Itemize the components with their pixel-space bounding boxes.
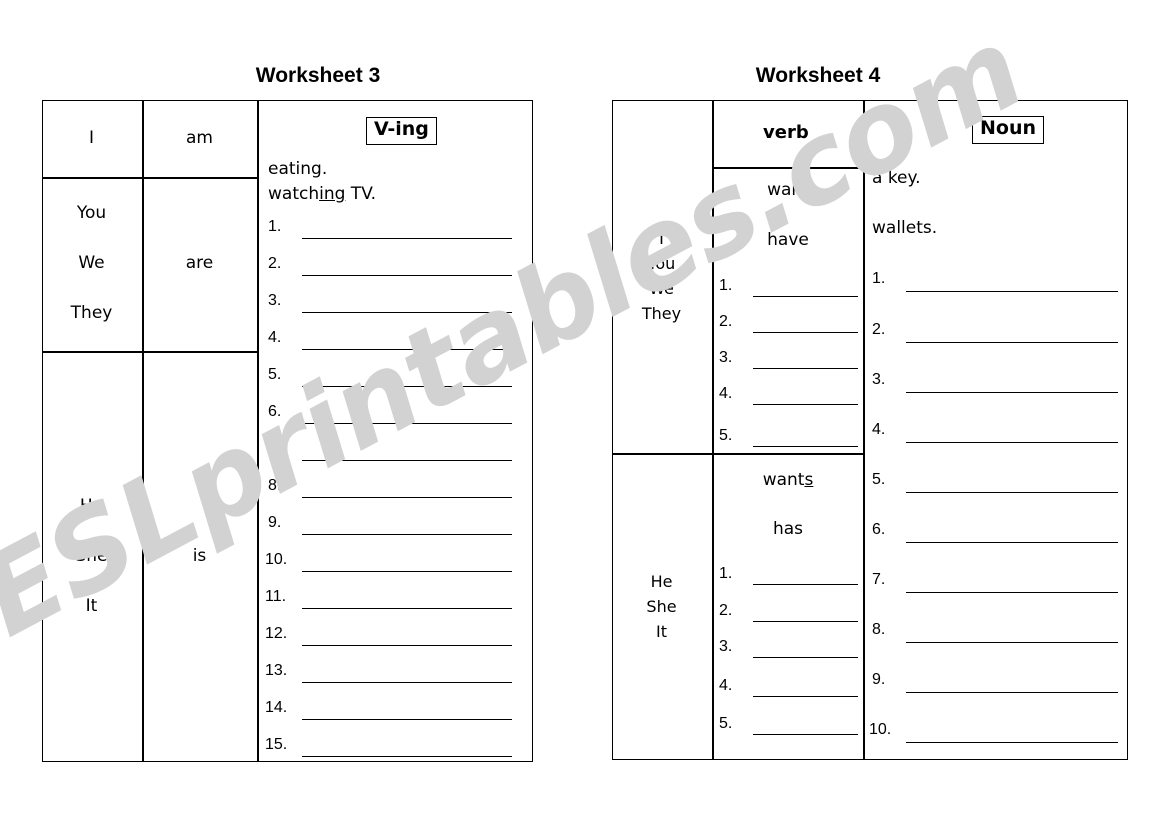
ws4-verb-answer-line[interactable] [753,404,858,406]
ws4-column-divider-1 [712,101,714,759]
ws3-answer-number: 7. [268,440,282,457]
ws4-verb-answer-number: 3. [719,349,733,366]
ws4-verb-answer-number: 5. [719,427,733,444]
ws3-answer-line[interactable] [302,534,512,536]
worksheet-4-title: Worksheet 4 [755,64,881,87]
ws3-answer-line[interactable] [302,312,512,314]
ws4-noun-answer-number: 8. [872,621,886,638]
ws3-answer-number: 13. [265,662,288,679]
ws3-answer-line[interactable] [302,386,512,388]
ws4-verb-answer-line[interactable] [753,734,858,736]
ws3-example-2-suffix: TV. [345,184,377,204]
ws3-answer-number: 15. [265,736,288,753]
ws4-verb-answer-number: 5. [719,715,733,732]
ws3-answer-number: 12. [265,625,288,642]
ws4-noun-header-box: Noun [972,116,1045,144]
ws4-noun-answer-line[interactable] [906,592,1118,594]
ws3-row-divider-2 [43,351,257,353]
ws4-verb-answer-line[interactable] [753,621,858,623]
ws4-noun-answer-number: 10. [869,721,892,738]
ws4-verb-header-underline [712,167,865,169]
ws3-column-divider-2 [257,101,259,761]
ws4-verb-answer-line[interactable] [753,696,858,698]
ws4-verb-answer-line[interactable] [753,296,858,298]
ws3-answer-line[interactable] [302,756,512,758]
ws3-answer-number: 14. [265,699,288,716]
ws4-noun-example-2: wallets. [872,218,938,238]
ws4-verb-answer-line[interactable] [753,657,858,659]
ws3-answer-number: 8. [268,477,282,494]
ws3-answer-line[interactable] [302,645,512,647]
ws3-answer-line[interactable] [302,608,512,610]
ws4-verb-answer-number: 4. [719,677,733,694]
ws4-noun-answer-number: 7. [872,571,886,588]
ws4-noun-answer-number: 4. [872,421,886,438]
ws3-example-2: watching TV. [268,184,376,204]
ws3-answer-line[interactable] [302,719,512,721]
ws3-answer-line[interactable] [302,349,512,351]
ws4-noun-answer-line[interactable] [906,392,1118,394]
worksheet-page: Worksheet 3 I You We They He She It am a… [0,0,1169,821]
ws4-verb-answer-number: 1. [719,277,733,294]
ws3-answer-number: 6. [268,403,282,420]
ws4-row-divider [613,453,865,455]
ws3-answer-line[interactable] [302,275,512,277]
ws4-verb-answer-number: 1. [719,565,733,582]
ws4-noun-answer-line[interactable] [906,542,1118,544]
ws4-verb-answer-line[interactable] [753,368,858,370]
ws4-noun-answer-number: 5. [872,471,886,488]
ws3-answer-line[interactable] [302,238,512,240]
ws3-column-divider-1 [142,101,144,761]
ws3-answer-number: 9. [268,514,282,531]
ws3-row-divider-1 [43,177,257,179]
ws3-answer-number: 5. [268,366,282,383]
ws4-noun-answer-line[interactable] [906,442,1118,444]
ws3-answer-line[interactable] [302,460,512,462]
ws4-verb-answer-line[interactable] [753,446,858,448]
ws3-example-1: eating. [268,159,327,179]
ws4-verb-answer-line[interactable] [753,584,858,586]
ws4-verb-answer-number: 2. [719,602,733,619]
ws3-answer-line[interactable] [302,571,512,573]
ws4-column-divider-2 [863,101,865,759]
ws3-answer-line[interactable] [302,682,512,684]
worksheet-4-table [612,100,1128,760]
ws4-verb-header-label: verb [763,122,809,143]
ws3-answer-number: 1. [268,218,282,235]
ws4-noun-answer-line[interactable] [906,742,1118,744]
ws3-answer-number: 10. [265,551,288,568]
ws3-answer-number: 2. [268,255,282,272]
ws4-verb-answer-number: 3. [719,638,733,655]
ws4-verb-answer-number: 4. [719,385,733,402]
ws4-noun-answer-number: 3. [872,371,886,388]
ws3-ving-header-box: V-ing [366,117,437,145]
ws4-noun-header-label: Noun [980,117,1037,139]
ws3-example-2-prefix: watch [268,184,320,204]
ws4-noun-answer-number: 6. [872,521,886,538]
ws4-noun-answer-line[interactable] [906,642,1118,644]
ws3-answer-line[interactable] [302,497,512,499]
ws4-verb-answer-number: 2. [719,313,733,330]
ws4-noun-answer-number: 2. [872,321,886,338]
ws4-noun-answer-number: 9. [872,671,886,688]
ws3-answer-number: 3. [268,292,282,309]
ws3-example-2-underlined: ing [319,184,346,204]
ws4-verb-answer-line[interactable] [753,332,858,334]
ws3-example-1-text: eating. [268,159,328,179]
worksheet-3-title: Worksheet 3 [255,64,381,87]
ws4-noun-example-1: a key. [872,168,921,188]
ws4-noun-answer-number: 1. [872,270,886,287]
ws3-ving-header-label: V-ing [374,118,429,140]
ws3-answer-number: 11. [265,588,287,605]
ws4-noun-answer-line[interactable] [906,692,1118,694]
ws4-noun-answer-line[interactable] [906,492,1118,494]
ws4-noun-answer-line[interactable] [906,342,1118,344]
ws3-answer-number: 4. [268,329,282,346]
ws3-answer-line[interactable] [302,423,512,425]
ws4-noun-answer-line[interactable] [906,291,1118,293]
